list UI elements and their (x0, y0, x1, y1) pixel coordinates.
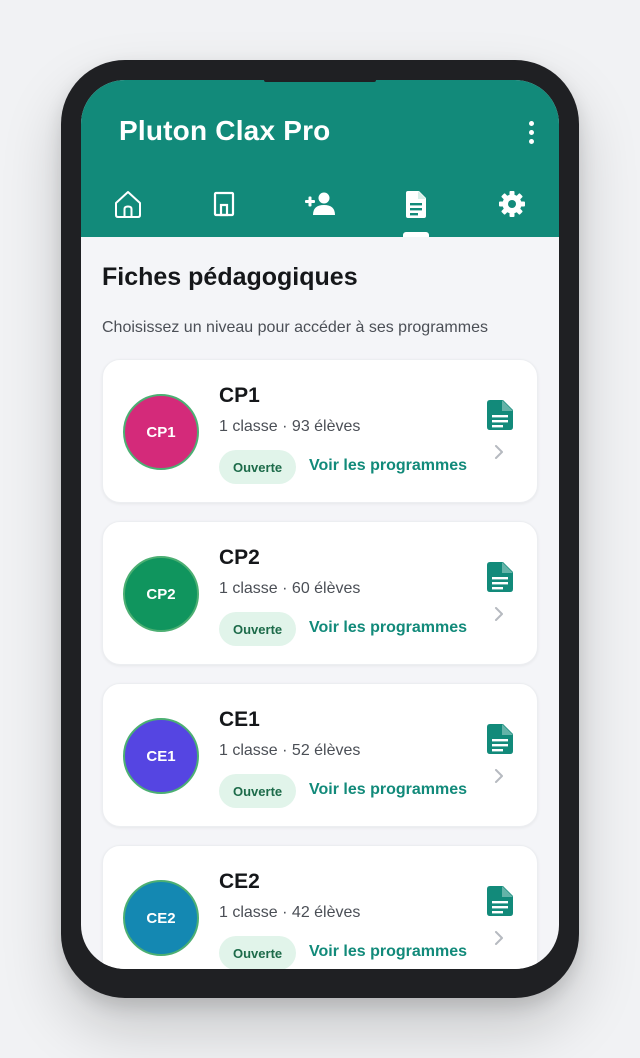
level-meta: 1 classe · 52 élèves (219, 742, 361, 759)
tab-school[interactable] (194, 180, 254, 237)
more-vertical-icon[interactable] (517, 118, 545, 146)
level-avatar: CP1 (123, 394, 199, 470)
tab-home[interactable] (98, 180, 158, 237)
level-title: CP2 (219, 546, 260, 569)
level-avatar: CE1 (123, 718, 199, 794)
chevron-right-icon (489, 442, 509, 462)
person-add-icon (305, 192, 335, 215)
level-card-ce2[interactable]: CE2 CE2 1 classe · 42 élèves Ouverte Voi… (102, 845, 538, 969)
document-icon (406, 191, 426, 218)
level-card-cp2[interactable]: CP2 CP2 1 classe · 60 élèves Ouverte Voi… (102, 521, 538, 665)
active-tab-indicator (403, 232, 429, 237)
level-title: CE2 (219, 870, 260, 893)
tab-documents[interactable] (386, 180, 446, 237)
view-programs-link[interactable]: Voir les programmes (309, 943, 467, 961)
camera-notch (264, 80, 376, 82)
page-title: Fiches pédagogiques (102, 263, 358, 291)
app-title: Pluton Clax Pro (119, 115, 331, 146)
app-bar: Pluton Clax Pro (81, 80, 559, 237)
status-badge: Ouverte (219, 612, 297, 646)
chevron-right-icon (489, 928, 509, 948)
gear-icon (499, 191, 525, 217)
building-icon (213, 191, 235, 217)
tab-add-user[interactable] (290, 180, 350, 237)
page-subtitle: Choisissez un niveau pour accéder à ses … (102, 319, 488, 336)
document-icon[interactable] (483, 884, 517, 918)
home-icon (115, 191, 141, 218)
level-title: CE1 (219, 708, 260, 731)
chevron-right-icon (489, 604, 509, 624)
level-title: CP1 (219, 384, 260, 407)
level-meta: 1 classe · 42 élèves (219, 904, 361, 921)
level-card-ce1[interactable]: CE1 CE1 1 classe · 52 élèves Ouverte Voi… (102, 683, 538, 827)
view-programs-link[interactable]: Voir les programmes (309, 781, 467, 799)
level-meta: 1 classe · 60 élèves (219, 580, 361, 597)
status-badge: Ouverte (219, 936, 297, 969)
status-badge: Ouverte (219, 774, 297, 808)
tab-bar (81, 180, 559, 237)
document-icon[interactable] (483, 722, 517, 756)
chevron-right-icon (489, 766, 509, 786)
level-meta: 1 classe · 93 élèves (219, 418, 361, 435)
view-programs-link[interactable]: Voir les programmes (309, 619, 467, 637)
tab-settings[interactable] (482, 180, 542, 237)
level-avatar: CE2 (123, 880, 199, 956)
level-card-cp1[interactable]: CP1 CP1 1 classe · 93 élèves Ouverte Voi… (102, 359, 538, 503)
status-badge: Ouverte (219, 450, 297, 484)
document-icon[interactable] (483, 560, 517, 594)
view-programs-link[interactable]: Voir les programmes (309, 457, 467, 475)
document-icon[interactable] (483, 398, 517, 432)
app-screen: Pluton Clax Pro Fiches pédagogiques Choi… (81, 80, 559, 969)
level-avatar: CP2 (123, 556, 199, 632)
